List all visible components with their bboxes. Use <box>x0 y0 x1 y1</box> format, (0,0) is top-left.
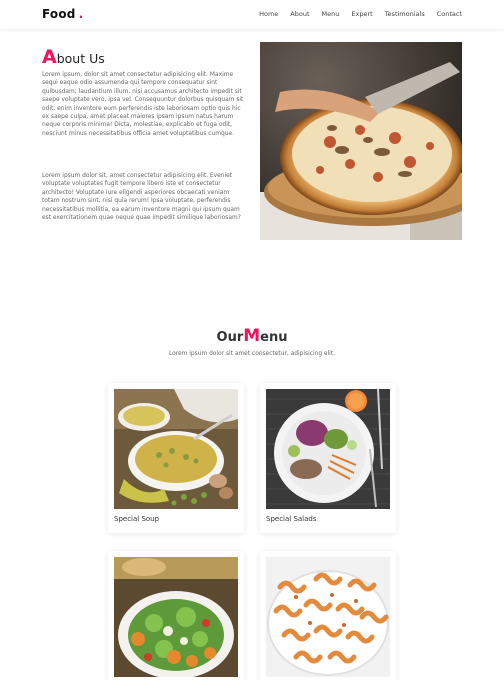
menu-heading: OurMenu <box>0 326 504 346</box>
nav-link-menu[interactable]: Menu <box>322 10 340 18</box>
about-paragraph-1: Lorem ipsum, dolor sit amet consectetur … <box>42 72 244 137</box>
soup-image <box>114 389 238 509</box>
salad-bowl-image <box>266 389 390 509</box>
menu-heading-initial: M <box>243 326 261 346</box>
about-heading: About Us <box>42 46 105 68</box>
brand-name: Food <box>42 7 76 21</box>
nav-link-testimonials[interactable]: Testimonials <box>385 10 425 18</box>
pasta-image <box>266 557 390 677</box>
menu-heading-prefix: Our <box>216 330 244 345</box>
menu-heading-rest: enu <box>260 330 288 345</box>
navbar: Food. Home About Menu Expert Testimonial… <box>0 0 504 29</box>
nav-link-contact[interactable]: Contact <box>437 10 462 18</box>
about-heading-initial: A <box>42 46 57 68</box>
salad-plate-image <box>114 557 238 677</box>
nav-link-about[interactable]: About <box>290 10 309 18</box>
about-paragraph-2: Lorem ipsum dolor sit, amet consectetur … <box>42 173 241 222</box>
menu-card-pasta[interactable] <box>260 551 396 680</box>
menu-subtitle: Lorem ipsum dolor sit amet consectetur, … <box>168 351 336 357</box>
brand-logo[interactable]: Food. <box>42 7 83 21</box>
menu-card-salad-plate[interactable] <box>108 551 244 680</box>
menu-card-special-soup[interactable]: Special Soup <box>108 383 244 533</box>
nav-menu: Home About Menu Expert Testimonials Cont… <box>259 10 462 18</box>
menu-card-label: Special Soup <box>114 515 160 523</box>
nav-link-home[interactable]: Home <box>259 10 278 18</box>
menu-card-label: Special Salads <box>266 515 317 523</box>
menu-card-special-salads[interactable]: Special Salads <box>260 383 396 533</box>
pizza-image <box>260 42 462 240</box>
brand-dot: . <box>78 7 84 21</box>
nav-link-expert[interactable]: Expert <box>351 10 372 18</box>
about-heading-rest: bout Us <box>56 51 105 66</box>
